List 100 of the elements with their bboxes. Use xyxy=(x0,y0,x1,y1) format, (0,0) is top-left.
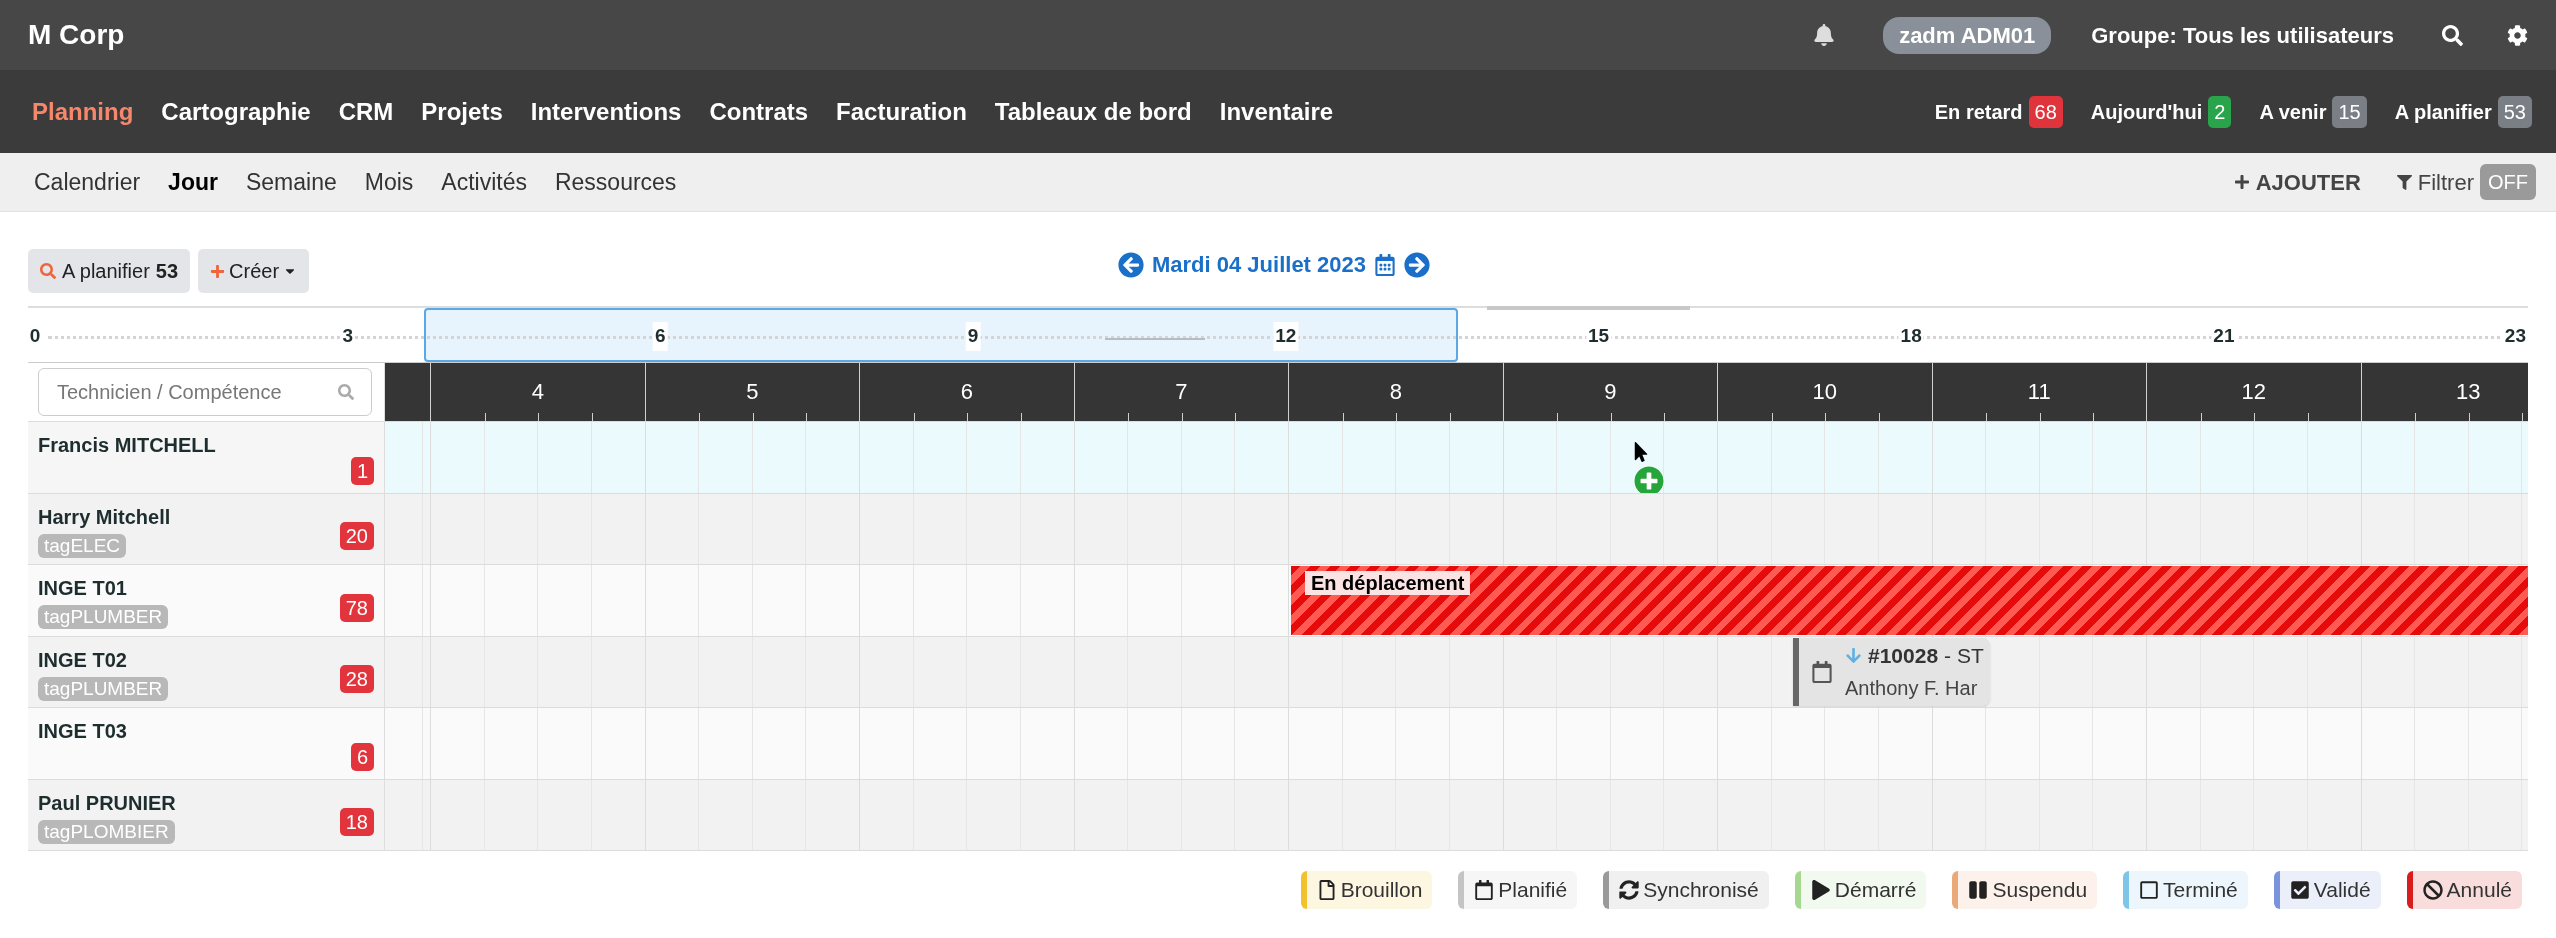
calendar-icon xyxy=(1811,660,1833,683)
intervention-number: #10028 xyxy=(1868,642,1939,669)
absence-label: En déplacement xyxy=(1305,571,1471,595)
nav-tab[interactable]: Planning xyxy=(18,93,148,130)
skill-tag: tagPLUMBER xyxy=(38,605,169,629)
nav-tab[interactable]: Inventaire xyxy=(1205,93,1348,130)
status-legend-item: Démarré xyxy=(1794,871,1927,909)
count-badge: 28 xyxy=(339,665,374,693)
create-button[interactable]: Créer xyxy=(198,249,310,293)
filter-icon xyxy=(2396,174,2412,190)
status-legend-item: Synchronisé xyxy=(1603,871,1769,909)
technician-cell[interactable]: INGE T02 tagPLUMBER 28 xyxy=(28,636,385,707)
view-tab[interactable]: Jour xyxy=(154,164,232,200)
next-day-icon[interactable] xyxy=(1404,251,1430,278)
hour-label: 12 xyxy=(2240,378,2267,406)
sync-icon xyxy=(1619,880,1640,900)
cursor-icon xyxy=(1633,442,1649,462)
nav-tab[interactable]: Interventions xyxy=(516,93,696,130)
search-icon xyxy=(338,384,354,400)
search-icon[interactable] xyxy=(2442,24,2463,46)
technician-name: INGE T01 xyxy=(38,576,127,601)
hour-label: 13 xyxy=(2455,378,2482,406)
view-tab[interactable]: Mois xyxy=(350,164,428,200)
absence-block[interactable]: En déplacement xyxy=(1291,566,2528,635)
filter-button[interactable]: Filtrer xyxy=(2396,165,2474,199)
technician-name: INGE T03 xyxy=(38,719,127,744)
search-icon xyxy=(40,263,56,279)
client-name: Anthony F. Har xyxy=(1845,676,1979,702)
bell-icon[interactable] xyxy=(1813,24,1836,46)
count-badge: 20 xyxy=(339,522,374,550)
counter-badge: 68 xyxy=(2028,95,2063,128)
count-badge: 1 xyxy=(350,456,374,485)
add-icon[interactable] xyxy=(1634,466,1664,493)
view-tab[interactable]: Ressources xyxy=(540,164,691,200)
technician-cell[interactable]: Paul PRUNIER tagPLOMBIER 18 xyxy=(28,779,385,850)
hour-label: 11 xyxy=(2026,378,2052,406)
ban-icon xyxy=(2422,880,2443,900)
counter-badge: 53 xyxy=(2497,95,2532,128)
calendar-icon[interactable] xyxy=(1374,253,1396,276)
status-legend-item: Validé xyxy=(2273,871,2381,909)
previous-day-icon[interactable] xyxy=(1118,251,1144,278)
nav-tab[interactable]: CRM xyxy=(324,93,408,130)
count-badge: 78 xyxy=(339,593,374,622)
skill-tag: tagPLOMBIER xyxy=(38,819,175,844)
count-badge: 6 xyxy=(350,742,374,771)
view-tab[interactable]: Semaine xyxy=(231,164,351,200)
skill-tag: tagPLUMBER xyxy=(38,676,169,701)
to-plan-button[interactable]: A planifier 53 xyxy=(28,249,191,293)
technician-name: Francis MITCHELL xyxy=(38,433,216,458)
skill-tag: tagELEC xyxy=(38,533,127,558)
arrow-down-icon xyxy=(1845,647,1862,664)
visible-range[interactable] xyxy=(424,308,1458,362)
nav-tab[interactable]: Contrats xyxy=(695,93,823,130)
calendar-icon xyxy=(1474,880,1495,900)
nav-tab[interactable]: Cartographie xyxy=(147,93,325,130)
counter-label[interactable]: En retard xyxy=(1934,96,2023,127)
intervention-card[interactable]: #10028 - ST Anthony F. Har xyxy=(1793,637,1990,706)
hour-label: 9 xyxy=(1603,378,1618,406)
date-label[interactable]: Mardi 04 Juillet 2023 xyxy=(1152,248,1366,281)
technician-name: INGE T02 xyxy=(38,647,127,673)
app-title: M Corp xyxy=(28,18,125,52)
plus-icon xyxy=(2233,174,2250,190)
hour-label: 7 xyxy=(1174,378,1189,406)
nav-tab[interactable]: Projets xyxy=(407,93,517,130)
technician-cell[interactable]: Francis MITCHELL 1 xyxy=(28,422,385,493)
settings-icon[interactable] xyxy=(2507,24,2528,46)
hour-tick: 9 xyxy=(965,322,981,351)
technician-cell[interactable]: Harry Mitchell tagELEC 20 xyxy=(28,493,385,564)
counter-label[interactable]: Aujourd'hui xyxy=(2090,96,2203,127)
hour-label: 4 xyxy=(530,378,545,406)
schedule-row[interactable]: #10028 - ST Anthony F. Har xyxy=(385,636,2528,707)
count-badge: 18 xyxy=(339,808,374,836)
status-legend-item: Suspendu xyxy=(1952,871,2098,909)
technician-name: Harry Mitchell xyxy=(38,504,171,530)
status-legend-item: Brouillon xyxy=(1300,871,1433,909)
counter-label[interactable]: A venir xyxy=(2259,96,2327,127)
status-legend-item: Planifié xyxy=(1458,871,1578,909)
status-legend-item: Terminé xyxy=(2123,871,2248,909)
view-tab[interactable]: Calendrier xyxy=(20,164,155,200)
hour-label: 10 xyxy=(1811,378,1838,406)
status-legend-item: Annulé xyxy=(2406,871,2522,909)
technician-search-field[interactable]: Technicien / Compétence xyxy=(38,368,372,416)
schedule-row[interactable]: En déplacement xyxy=(385,565,2528,636)
technician-name: Paul PRUNIER xyxy=(38,790,176,816)
nav-tab[interactable]: Facturation xyxy=(822,93,981,130)
timeline-overview[interactable]: 0 3 6 9 12 15 18 21 23 xyxy=(28,306,2528,362)
view-tab[interactable]: Activités xyxy=(427,164,541,200)
add-button[interactable]: AJOUTER xyxy=(2233,165,2361,199)
technician-cell[interactable]: INGE T03 6 xyxy=(28,708,385,779)
technician-cell[interactable]: INGE T01 tagPLUMBER 78 xyxy=(28,565,385,636)
pause-icon xyxy=(1968,880,1989,900)
hour-label: 8 xyxy=(1388,378,1403,406)
counter-badge: 2 xyxy=(2208,95,2232,128)
nav-tab[interactable]: Tableaux de bord xyxy=(980,93,1206,130)
plus-icon xyxy=(210,263,226,279)
hour-tick: 12 xyxy=(1273,322,1299,351)
hour-tick: 6 xyxy=(653,322,668,351)
group-selector[interactable]: Groupe: Tous les utilisateurs xyxy=(2091,18,2394,52)
checkbox-icon xyxy=(2289,880,2310,900)
counter-label[interactable]: A planifier xyxy=(2394,96,2492,127)
